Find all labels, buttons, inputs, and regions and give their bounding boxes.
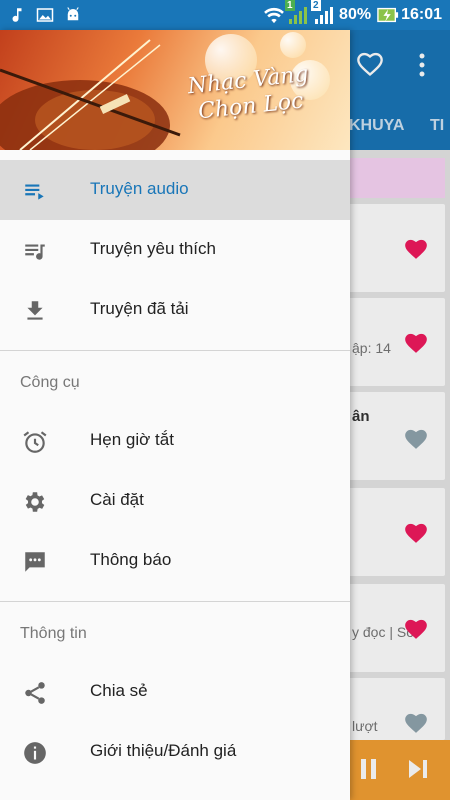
battery-charging-icon <box>377 6 399 24</box>
android-icon <box>64 6 82 24</box>
battery-percent: 80% <box>339 6 372 23</box>
share-icon <box>22 680 48 706</box>
menu-item-label: Giới thiệu/Đánh giá <box>90 741 237 760</box>
section-title-info: Thông tin <box>20 625 87 642</box>
menu-item-downloaded-stories[interactable]: Truyện đã tải <box>0 280 350 340</box>
sim1-label: 1 <box>285 0 295 11</box>
menu-item-audio-stories[interactable]: Truyện audio <box>0 160 350 220</box>
gear-icon <box>22 489 48 515</box>
sim2-label: 2 <box>311 0 321 11</box>
image-icon <box>36 6 54 24</box>
sim1-signal-icon: 1 <box>285 0 308 24</box>
info-icon <box>22 740 48 766</box>
alarm-icon <box>22 429 48 455</box>
status-bar: 1 2 80% 16:01 <box>0 0 450 30</box>
divider <box>0 350 350 351</box>
navigation-drawer: Nhạc Vàng Chọn Lọc Truyện audio Truyện y… <box>0 30 350 800</box>
clock: 16:01 <box>401 6 442 23</box>
message-icon <box>22 549 48 575</box>
menu-item-sleep-timer[interactable]: Hẹn giờ tắt <box>0 411 350 471</box>
menu-item-about-rate[interactable]: Giới thiệu/Đánh giá <box>0 722 350 782</box>
menu-item-settings[interactable]: Cài đặt <box>0 471 350 531</box>
menu-item-label: Thông báo <box>90 550 172 569</box>
playlist-music-icon <box>22 238 48 264</box>
menu-item-label: Truyện yêu thích <box>90 239 216 258</box>
menu-item-label: Hẹn giờ tắt <box>90 430 174 449</box>
menu-item-notifications[interactable]: Thông báo <box>0 531 350 591</box>
menu-item-label: Truyện đã tải <box>90 299 189 318</box>
playlist-play-icon <box>22 178 48 204</box>
menu-item-favorite-stories[interactable]: Truyện yêu thích <box>0 220 350 280</box>
divider <box>0 601 350 602</box>
section-title-tools: Công cụ <box>20 374 80 391</box>
music-bubble-decoration <box>280 32 306 58</box>
menu-item-label: Chia sẻ <box>90 681 148 700</box>
sim2-signal-icon: 2 <box>311 0 334 24</box>
menu-item-share[interactable]: Chia sẻ <box>0 662 350 722</box>
menu-item-label: Cài đặt <box>90 490 144 509</box>
download-icon <box>22 298 48 324</box>
drawer-scrim[interactable] <box>350 30 450 800</box>
music-note-icon <box>8 6 26 24</box>
drawer-banner: Nhạc Vàng Chọn Lọc <box>0 30 350 150</box>
menu-item-label: Truyện audio <box>90 179 189 198</box>
wifi-icon <box>263 6 284 24</box>
